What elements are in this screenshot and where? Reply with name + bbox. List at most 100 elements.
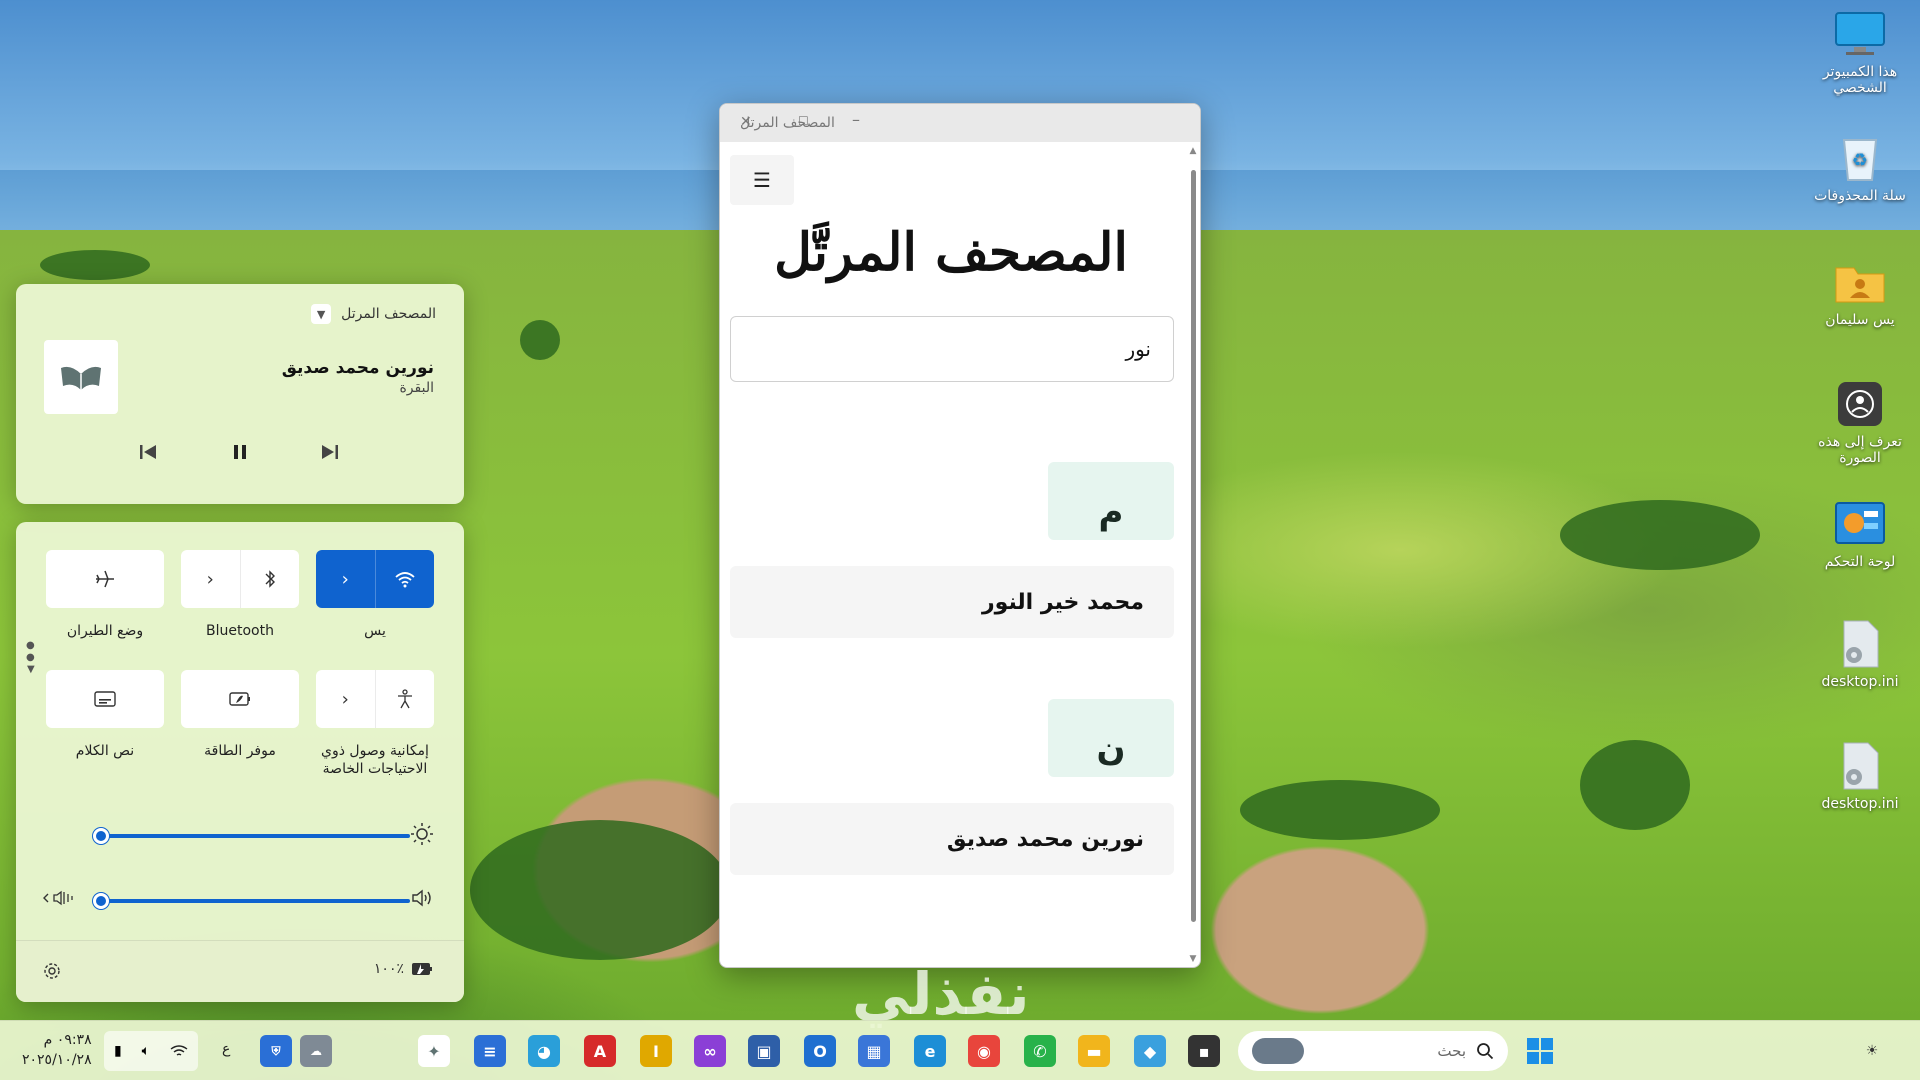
system-tray-status[interactable]: ▮ 🔈︎ <box>104 1031 198 1071</box>
airplane-icon <box>96 570 114 588</box>
desktop-icon-desktop-ini[interactable]: desktop.ini <box>1812 742 1908 812</box>
chevron-left-icon[interactable]: ‹ <box>181 550 241 608</box>
desktop-icon-learn-about-picture[interactable]: تعرف إلى هذه الصورة <box>1812 380 1908 466</box>
battery-saver-tile-label: موفر الطاقة <box>204 743 276 759</box>
visual-studio-icon[interactable]: ∞ <box>694 1035 726 1067</box>
media-track-subtitle: البقرة <box>399 380 434 396</box>
pause-button[interactable] <box>222 434 258 470</box>
search-icon <box>1477 1043 1494 1060</box>
desktop-icon-label: تعرف إلى هذه الصورة <box>1818 434 1902 466</box>
tree-cluster <box>1560 500 1760 570</box>
notepad-icon[interactable]: ≡ <box>474 1035 506 1067</box>
store-icon[interactable]: ▦ <box>858 1035 890 1067</box>
taskbar-search-box[interactable]: بحث <box>1238 1031 1508 1071</box>
live-captions-tile[interactable] <box>46 670 164 728</box>
volume-slider-knob[interactable] <box>93 893 109 909</box>
wifi-tile[interactable]: ‹ <box>316 550 434 608</box>
microsoft-365-icon[interactable]: ◆ <box>1134 1035 1166 1067</box>
file-explorer-icon[interactable]: ▬ <box>1078 1035 1110 1067</box>
search-input[interactable] <box>730 316 1174 382</box>
airplane-mode-tile-label: وضع الطيران <box>66 623 144 639</box>
desktop-icon-user-folder[interactable]: يس سليمان <box>1812 258 1908 328</box>
chevron-down-icon[interactable]: ▼ <box>311 304 332 324</box>
desktop-icon-label: هذا الكمبيوتر الشخصي <box>1822 64 1898 96</box>
wifi-tile-label: يس <box>364 623 386 639</box>
bluetooth-icon[interactable] <box>241 550 300 608</box>
settings-file-icon <box>1834 620 1886 668</box>
volume-slider[interactable] <box>93 893 410 909</box>
security-shield-icon[interactable]: ⛨ <box>260 1035 292 1067</box>
maximize-icon[interactable]: ☐ <box>798 114 809 128</box>
autocad-icon[interactable]: A <box>584 1035 616 1067</box>
accessibility-icon[interactable] <box>376 670 435 728</box>
windows-start-icon[interactable] <box>1524 1035 1556 1067</box>
list-item[interactable]: محمد خير النور <box>730 566 1174 638</box>
remote-desktop-icon[interactable]: ▣ <box>748 1035 780 1067</box>
paint-icon[interactable]: ◕ <box>528 1035 560 1067</box>
inventor-icon[interactable]: I <box>640 1035 672 1067</box>
taskbar: ٠٩:٣٨ م ٢٠٢٥/١٠/٢٨ ▮ 🔈︎ ع ⛨ ☁ ✦ ≡ ◕ A I … <box>0 1020 1920 1080</box>
desktop-icon-label: يس سليمان <box>1825 312 1895 328</box>
desktop-icon-desktop-ini[interactable]: desktop.ini <box>1812 620 1908 690</box>
quran-app-window: المصحف المرتل ✕ ☐ – ☰ المصحف المرتَّل م … <box>719 103 1201 968</box>
close-icon[interactable]: ✕ <box>740 114 752 130</box>
desktop-icon-control-panel[interactable]: لوحة التحكم <box>1812 500 1908 570</box>
list-item[interactable]: نورين محمد صديق <box>730 803 1174 875</box>
media-flyout: المصحف المرتل ▼ نورين محمد صديق البقرة <box>16 284 464 504</box>
scroll-down-icon[interactable]: ▼ <box>1188 954 1198 964</box>
tree-cluster <box>520 320 560 360</box>
battery-status[interactable]: ١٠٠٪ <box>374 961 434 977</box>
brightness-slider-knob[interactable] <box>93 828 109 844</box>
next-track-button[interactable] <box>312 434 348 470</box>
onedrive-cloud-icon[interactable]: ☁ <box>300 1035 332 1067</box>
menu-button[interactable]: ☰ <box>730 155 794 205</box>
battery-charging-icon <box>412 963 432 975</box>
page-indicator[interactable]: ● ● ▼ <box>26 640 35 676</box>
chevron-left-icon[interactable]: ‹ <box>316 670 376 728</box>
quick-settings-panel: ‹ يس ‹ Bluetooth وضع الطيران ‹ إمكانية و… <box>16 522 464 1002</box>
search-highlight-icon <box>1252 1038 1304 1064</box>
pause-icon <box>234 445 246 459</box>
quran-app-thumbnail-icon <box>44 340 118 414</box>
media-app-row[interactable]: المصحف المرتل ▼ <box>311 304 436 324</box>
media-track-info: نورين محمد صديق البقرة <box>282 358 434 396</box>
chevron-left-icon[interactable]: ‹ <box>316 550 376 608</box>
wifi-icon <box>170 1045 188 1056</box>
wifi-icon[interactable] <box>376 550 435 608</box>
tree-cluster <box>1580 740 1690 830</box>
desktop-icon-label: desktop.ini <box>1821 796 1899 812</box>
recycle-bin-icon: ♻ <box>1834 134 1886 182</box>
accessibility-tile[interactable]: ‹ <box>316 670 434 728</box>
audio-output-icon[interactable] <box>42 888 76 913</box>
desktop-icon-this-pc[interactable]: هذا الكمبيوتر الشخصي <box>1812 10 1908 96</box>
desktop-icon-recycle-bin[interactable]: ♻ سلة المحذوفات <box>1812 134 1908 204</box>
volume-icon: 🔈︎ <box>141 1043 151 1059</box>
clock-date: ٢٠٢٥/١٠/٢٨ <box>22 1051 92 1068</box>
minimize-icon[interactable]: – <box>852 110 860 129</box>
brightness-slider[interactable] <box>93 828 410 844</box>
weather-widget-icon[interactable]: ☀ <box>1856 1035 1888 1067</box>
outlook-icon[interactable]: O <box>804 1035 836 1067</box>
scroll-up-icon[interactable]: ▲ <box>1188 146 1198 156</box>
chrome-icon[interactable]: ◉ <box>968 1035 1000 1067</box>
whatsapp-icon[interactable]: ✆ <box>1024 1035 1056 1067</box>
live-captions-icon <box>94 691 116 707</box>
vertical-scrollbar[interactable]: ▲ ▼ <box>1188 146 1198 964</box>
window-titlebar[interactable]: المصحف المرتل ✕ ☐ – <box>720 104 1200 142</box>
settings-gear-icon[interactable] <box>42 961 62 985</box>
edge-icon[interactable]: e <box>914 1035 946 1067</box>
input-language-indicator[interactable]: ع <box>222 1041 230 1057</box>
quran-app-taskbar-icon[interactable]: ✦ <box>418 1035 450 1067</box>
bluetooth-tile[interactable]: ‹ <box>181 550 299 608</box>
clock[interactable]: ٠٩:٣٨ م ٢٠٢٥/١٠/٢٨ <box>22 1031 92 1070</box>
previous-track-icon <box>140 445 156 459</box>
hamburger-icon: ☰ <box>753 168 771 192</box>
terminal-icon[interactable]: ▪ <box>1188 1035 1220 1067</box>
scrollbar-thumb[interactable] <box>1191 170 1196 922</box>
quick-settings-footer: ١٠٠٪ <box>16 940 464 1002</box>
camera-info-icon <box>1834 380 1886 428</box>
watermark-text: نفذلي <box>852 960 1030 1028</box>
previous-track-button[interactable] <box>130 434 166 470</box>
airplane-mode-tile[interactable] <box>46 550 164 608</box>
battery-saver-tile[interactable] <box>181 670 299 728</box>
